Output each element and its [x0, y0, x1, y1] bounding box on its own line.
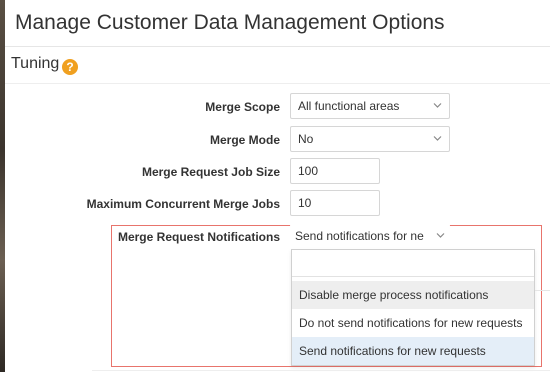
page-title: Manage Customer Data Management Options [15, 11, 445, 34]
chevron-down-icon [433, 102, 442, 109]
section-title: Tuning [11, 55, 60, 72]
option-send-notifications[interactable]: Send notifications for new requests [292, 337, 534, 365]
help-icon[interactable]: ? [62, 59, 78, 75]
bottom-divider [92, 370, 550, 371]
title-divider [5, 46, 550, 47]
merge-mode-select[interactable]: No [290, 126, 450, 152]
job-size-input[interactable]: 100 [290, 158, 380, 184]
chevron-down-icon [433, 135, 442, 142]
notifications-dropdown: Disable merge process notifications Do n… [291, 249, 535, 366]
merge-scope-select[interactable]: All functional areas [290, 93, 450, 119]
job-size-value: 100 [298, 164, 319, 178]
max-jobs-input[interactable]: 10 [290, 190, 380, 216]
notifications-select[interactable]: Send notifications for ne [290, 224, 450, 250]
notifications-label: Merge Request Notifications [117, 230, 280, 244]
job-size-label: Merge Request Job Size [141, 165, 280, 179]
divider [535, 290, 550, 291]
max-jobs-value: 10 [298, 196, 312, 210]
merge-mode-label: Merge Mode [209, 133, 280, 147]
notifications-value: Send notifications for ne [295, 229, 424, 243]
background-edge [0, 0, 5, 372]
merge-mode-value: No [298, 132, 314, 146]
option-disable-notifications[interactable]: Disable merge process notifications [292, 281, 534, 309]
chevron-down-icon [436, 232, 445, 239]
dropdown-search-input[interactable] [292, 250, 534, 277]
section-divider [5, 83, 550, 84]
merge-scope-value: All functional areas [298, 99, 400, 113]
merge-scope-label: Merge Scope [205, 100, 280, 114]
option-do-not-send-notifications[interactable]: Do not send notifications for new reques… [292, 309, 534, 337]
max-jobs-label: Maximum Concurrent Merge Jobs [86, 197, 280, 211]
